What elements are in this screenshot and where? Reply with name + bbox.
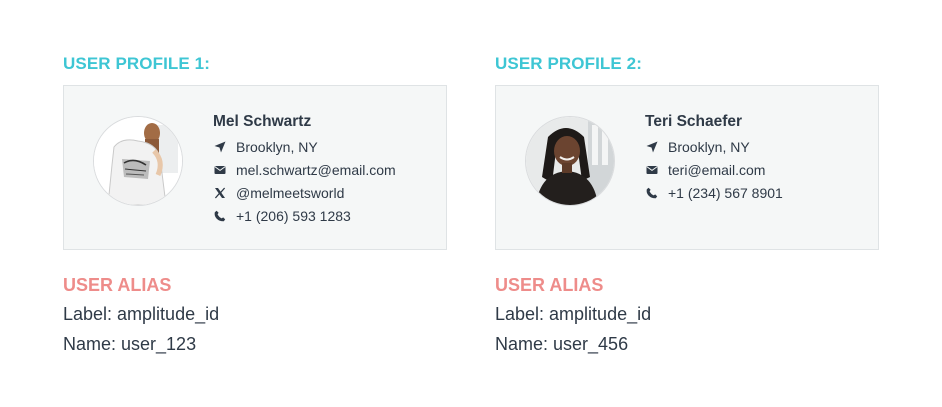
profile-heading: USER PROFILE 1:: [63, 54, 210, 73]
profile-name: Mel Schwartz: [213, 113, 312, 130]
social-handle-text: @melmeetsworld: [236, 184, 345, 201]
location-text: Brooklyn, NY: [668, 138, 750, 155]
envelope-icon: [213, 163, 227, 177]
profile-heading: USER PROFILE 2:: [495, 54, 642, 73]
profile-info: Teri Schaefer Brooklyn, NY teri@email.co…: [645, 112, 783, 204]
profile-card: Teri Schaefer Brooklyn, NY teri@email.co…: [495, 85, 879, 250]
phone-icon: [645, 186, 659, 200]
profile-name: Teri Schaefer: [645, 113, 743, 130]
phone-text: +1 (206) 593 1283: [236, 207, 351, 224]
profile-card: Mel Schwartz Brooklyn, NY mel.schwartz@e…: [63, 85, 447, 250]
location-text: Brooklyn, NY: [236, 138, 318, 155]
location-arrow-icon: [213, 140, 227, 154]
location-row: Brooklyn, NY: [213, 135, 396, 158]
email-text: teri@email.com: [668, 161, 766, 178]
alias-label: Label: amplitude_id: [63, 304, 220, 324]
alias-label: Label: amplitude_id: [495, 304, 652, 324]
phone-row: +1 (206) 593 1283: [213, 204, 396, 227]
location-row: Brooklyn, NY: [645, 135, 783, 158]
profile-info: Mel Schwartz Brooklyn, NY mel.schwartz@e…: [213, 112, 396, 227]
avatar: [525, 116, 615, 206]
phone-row: +1 (234) 567 8901: [645, 181, 783, 204]
alias-name: Name: user_123: [63, 334, 197, 354]
email-text: mel.schwartz@email.com: [236, 161, 396, 178]
x-logo-icon: [213, 186, 227, 200]
location-arrow-icon: [645, 140, 659, 154]
phone-icon: [213, 209, 227, 223]
social-row: @melmeetsworld: [213, 181, 396, 204]
alias-name: Name: user_456: [495, 334, 629, 354]
envelope-icon: [645, 163, 659, 177]
email-row: mel.schwartz@email.com: [213, 158, 396, 181]
alias-title: USER ALIAS: [495, 275, 604, 295]
avatar: [93, 116, 183, 206]
alias-title: USER ALIAS: [63, 275, 172, 295]
phone-text: +1 (234) 567 8901: [668, 184, 783, 201]
email-row: teri@email.com: [645, 158, 783, 181]
